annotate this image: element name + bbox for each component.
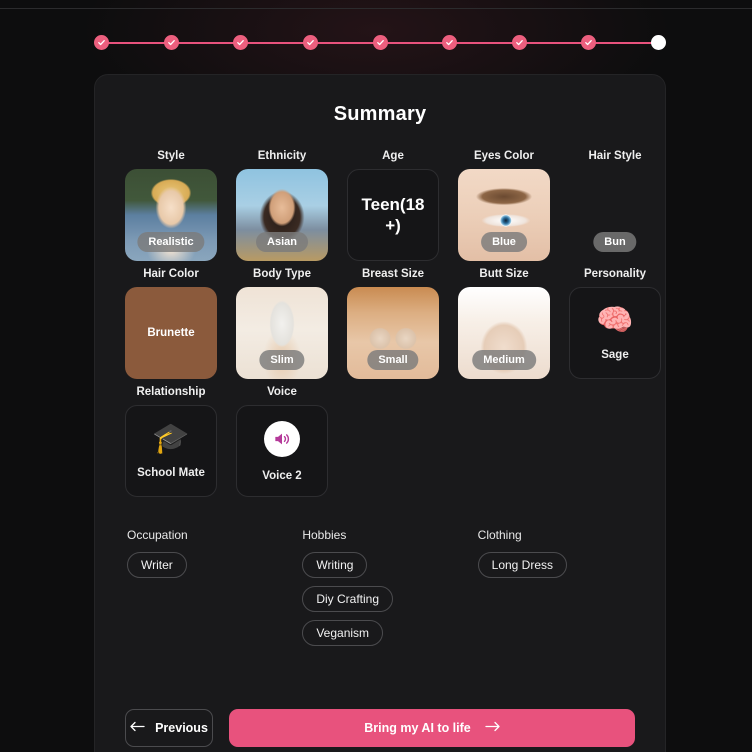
attribute-cell: Voice Voice 2	[236, 386, 328, 497]
brain-icon: 🧠	[596, 303, 634, 337]
attribute-value-text: Sage	[601, 348, 629, 361]
attribute-value-text: Teen(18 +)	[361, 194, 425, 235]
summary-card: Summary Style Realistic Ethnicity Asian Age T…	[94, 74, 666, 752]
create-ai-summary-page: Summary Style Realistic Ethnicity Asian Age T…	[0, 0, 752, 752]
stepper-step-complete[interactable]	[442, 35, 458, 50]
attribute-label: Hair Style	[588, 150, 642, 162]
speaker-icon	[263, 420, 300, 457]
attribute-label: Butt Size	[479, 268, 529, 280]
tag-chip[interactable]: Long Dress	[477, 552, 568, 578]
attribute-label: Ethnicity	[257, 150, 307, 162]
attribute-cell: Ethnicity Asian	[236, 150, 328, 261]
attribute-cell: Breast Size Small	[347, 268, 439, 379]
previous-button[interactable]: Previous	[125, 709, 213, 747]
check-icon	[585, 40, 593, 46]
attribute-tile[interactable]: Bun	[569, 169, 661, 261]
attribute-label: Personality	[584, 268, 646, 280]
attribute-tile[interactable]: Teen(18 +)	[347, 169, 439, 261]
tag-list: Writing Diy Crafting Veganism	[302, 552, 459, 646]
attribute-cell: Relationship 🎓 School Mate	[125, 386, 217, 497]
arrow-left-icon	[130, 721, 145, 735]
attribute-value-badge: Slim	[259, 350, 305, 370]
attribute-tile[interactable]: Brunette	[125, 287, 217, 379]
attribute-label: Age	[382, 150, 404, 162]
check-icon	[446, 40, 453, 46]
attribute-value-badge: Asian	[256, 232, 308, 252]
graduation-cap-icon: 🎓	[152, 421, 190, 455]
attribute-cell: Hair Color Brunette	[125, 268, 217, 379]
attribute-cell: Age Teen(18 +)	[347, 150, 439, 261]
tag-group: Clothing Long Dress	[477, 528, 635, 646]
attribute-label: Breast Size	[361, 268, 424, 280]
attribute-value-badge: Realistic	[137, 232, 205, 252]
tag-group: Hobbies Writing Diy Crafting Veganism	[302, 528, 459, 646]
tag-list: Long Dress	[477, 552, 635, 578]
attribute-tile[interactable]: Medium	[458, 287, 550, 379]
attribute-tile[interactable]: Realistic	[125, 169, 217, 261]
attribute-label: Style	[157, 150, 185, 162]
tag-group: Occupation Writer	[127, 528, 284, 646]
attribute-label: Hair Color	[143, 268, 199, 280]
attribute-cell: Hair Style Bun	[569, 150, 661, 261]
tag-group-label: Hobbies	[302, 528, 347, 542]
check-icon	[376, 40, 384, 46]
attribute-value-badge: Bun	[593, 232, 637, 252]
previous-button-label: Previous	[155, 721, 208, 735]
stepper-step-complete[interactable]	[302, 35, 318, 50]
stepper-step-complete[interactable]	[372, 35, 388, 50]
attribute-value-text: School Mate	[137, 466, 205, 479]
attribute-value-badge: Medium	[472, 350, 536, 370]
stepper-step-complete[interactable]	[163, 35, 179, 50]
bring-my-ai-to-life-button[interactable]: Bring my AI to life	[229, 709, 635, 747]
tag-list: Writer	[127, 552, 284, 578]
attribute-tile[interactable]: Small	[347, 287, 439, 379]
attribute-cell: Body Type Slim	[236, 268, 328, 379]
attribute-label: Body Type	[253, 268, 311, 280]
attribute-label: Voice	[267, 386, 297, 398]
tag-group-label: Clothing	[477, 528, 522, 542]
attribute-cell: Style Realistic	[125, 150, 217, 261]
progress-stepper	[94, 35, 666, 51]
attribute-cell: Personality 🧠 Sage	[569, 268, 661, 379]
footer-actions: Previous Bring my AI to life	[125, 709, 635, 747]
attribute-tile[interactable]: Slim	[236, 287, 328, 379]
tag-group-label: Occupation	[127, 528, 188, 542]
stepper-step-complete[interactable]	[511, 35, 527, 50]
attribute-grid: Style Realistic Ethnicity Asian Age Teen(18 +…	[125, 150, 661, 497]
cta-button-label: Bring my AI to life	[364, 721, 471, 735]
stepper-step-complete[interactable]	[94, 35, 109, 50]
stepper-step-current[interactable]	[651, 35, 666, 50]
top-divider	[0, 8, 752, 9]
attribute-value-badge: Blue	[481, 232, 527, 252]
attribute-cell: Eyes Color Blue	[458, 150, 550, 261]
attribute-tile[interactable]: 🧠 Sage	[569, 287, 661, 379]
attribute-tile[interactable]: Voice 2	[236, 405, 328, 497]
check-icon	[307, 40, 314, 46]
attribute-value-text: Voice 2	[262, 469, 302, 482]
attribute-tile[interactable]: Blue	[458, 169, 550, 261]
attribute-tile[interactable]: 🎓 School Mate	[125, 405, 217, 497]
attribute-tile[interactable]: Asian	[236, 169, 328, 261]
check-icon	[98, 40, 105, 46]
check-icon	[515, 40, 523, 46]
attribute-value-text: Brunette	[147, 327, 195, 339]
tag-chip[interactable]: Veganism	[302, 620, 384, 646]
stepper-step-complete[interactable]	[233, 35, 249, 50]
page-title: Summary	[333, 103, 427, 125]
attribute-label: Eyes Color	[473, 150, 535, 162]
stepper-step-complete[interactable]	[581, 35, 597, 50]
check-icon	[167, 40, 175, 46]
attribute-label: Relationship	[136, 386, 206, 398]
tag-chip[interactable]: Writer	[127, 552, 187, 578]
check-icon	[237, 40, 245, 46]
attribute-value-badge: Small	[367, 350, 419, 370]
tag-chip[interactable]: Diy Crafting	[302, 586, 394, 612]
tag-sections: Occupation Writer Hobbies Writing Diy Crafti…	[125, 528, 635, 646]
arrow-right-icon	[485, 721, 500, 735]
tag-chip[interactable]: Writing	[302, 552, 368, 578]
attribute-cell: Butt Size Medium	[458, 268, 550, 379]
